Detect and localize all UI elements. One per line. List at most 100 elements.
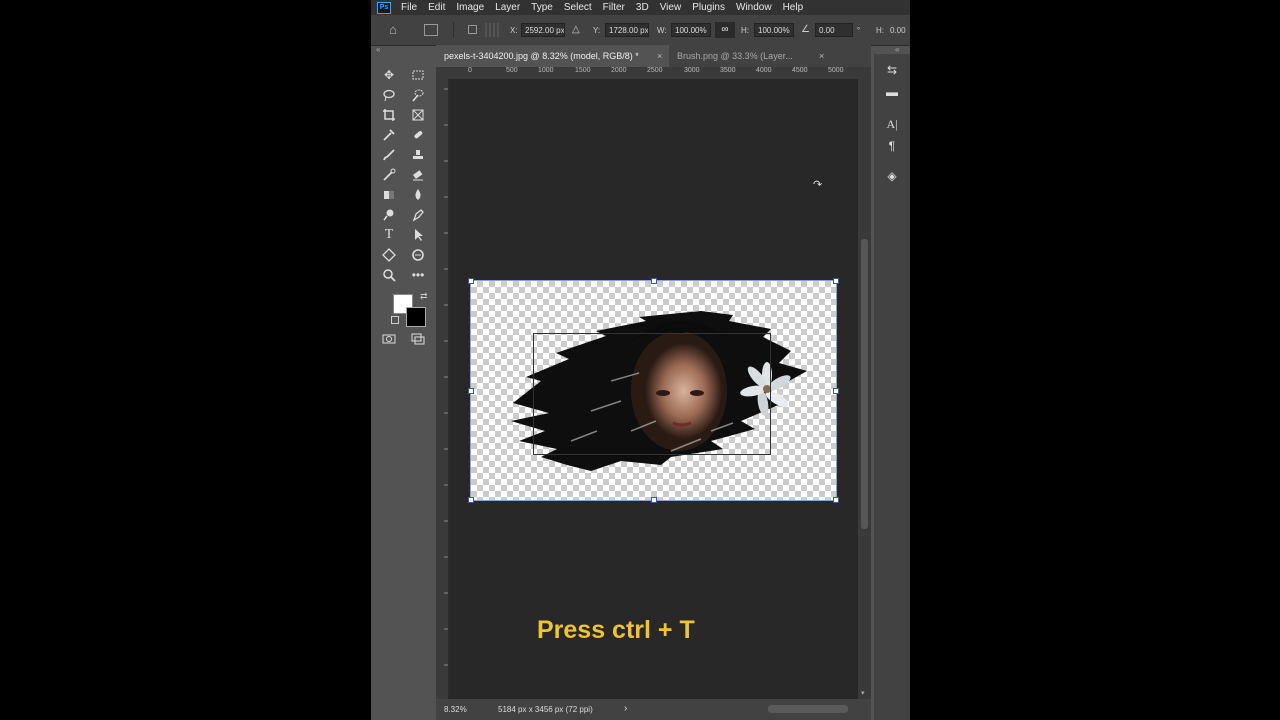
quick-selection-tool-icon[interactable]: [408, 86, 428, 104]
crop-tool-icon[interactable]: [379, 106, 399, 124]
angle-icon: ∠: [801, 24, 810, 35]
options-bar: ⌂ X: 2592.00 px △ Y: 1728.00 px W: 100.0…: [371, 15, 910, 46]
menu-image[interactable]: Image: [456, 2, 484, 13]
link-icon[interactable]: ∞: [715, 22, 735, 38]
reference-point-icon[interactable]: [424, 24, 438, 36]
lasso-tool-icon[interactable]: [379, 86, 399, 104]
reference-grid-icon[interactable]: [485, 23, 501, 37]
comments-panel-icon[interactable]: ▬: [883, 84, 901, 100]
angle-field[interactable]: 0.00: [815, 23, 853, 37]
ruler-tick-label: 2500: [647, 67, 663, 74]
photoshop-window: Ps File Edit Image Layer Type Select Fil…: [371, 0, 910, 720]
horizontal-scrollbar[interactable]: [706, 705, 848, 713]
panel-dock: ⇆ ▬ A| ¶ ◈: [874, 54, 910, 720]
ruler-tick-label: 4000: [756, 67, 772, 74]
menu-3d[interactable]: 3D: [636, 2, 649, 13]
scrollbar-thumb[interactable]: [768, 705, 848, 713]
ruler-corner: [436, 67, 448, 79]
canvas-area[interactable]: ↷ Press ctrl + T: [449, 80, 858, 699]
transform-handle-bottom-left[interactable]: [468, 497, 474, 503]
menu-select[interactable]: Select: [564, 2, 592, 13]
marquee-tool-icon[interactable]: [408, 66, 428, 84]
height-field[interactable]: 100.00%: [754, 23, 794, 37]
menu-bar: Ps File Edit Image Layer Type Select Fil…: [371, 0, 910, 15]
tab-pexels-document[interactable]: pexels-t-3404200.jpg @ 8.32% (model, RGB…: [436, 45, 669, 67]
brush-tool-icon[interactable]: [379, 146, 399, 164]
scroll-down-icon[interactable]: ▾: [861, 689, 865, 697]
dodge-tool-icon[interactable]: [379, 206, 399, 224]
ruler-tick-label: 1000: [538, 67, 554, 74]
blur-tool-icon[interactable]: [408, 186, 428, 204]
pen-tool-icon[interactable]: [408, 206, 428, 224]
menu-help[interactable]: Help: [783, 2, 804, 13]
transform-handle-bottom-right[interactable]: [833, 497, 839, 503]
history-panel-icon[interactable]: ⇆: [883, 62, 901, 78]
zoom-level[interactable]: 8.32%: [444, 705, 467, 714]
menu-layer[interactable]: Layer: [495, 2, 520, 13]
transform-handle-right[interactable]: [833, 388, 839, 394]
delta-icon[interactable]: △: [572, 24, 580, 35]
swap-colors-icon[interactable]: ⇄: [420, 291, 428, 302]
path-selection-tool-icon[interactable]: [408, 226, 428, 244]
type-tool-icon[interactable]: T: [379, 226, 399, 244]
default-colors-icon[interactable]: [391, 316, 399, 324]
status-bar: 8.32% 5184 px x 3456 px (72 ppi) ›: [436, 699, 871, 720]
menu-file[interactable]: File: [401, 2, 417, 13]
more-tools-icon[interactable]: •••: [408, 266, 428, 284]
background-color-swatch[interactable]: [406, 307, 426, 327]
transform-handle-top-right[interactable]: [833, 278, 839, 284]
y-label: Y:: [593, 26, 601, 35]
vertical-ruler[interactable]: [436, 79, 449, 699]
rotate-cursor-icon: ↷: [813, 179, 823, 191]
home-icon[interactable]: ⌂: [389, 23, 403, 36]
quick-mask-icon[interactable]: [379, 330, 399, 348]
frame-tool-icon[interactable]: [408, 106, 428, 124]
collapse-tools-icon[interactable]: «: [376, 45, 380, 54]
zoom-tool-icon[interactable]: [379, 266, 399, 284]
scrollbar-thumb[interactable]: [861, 239, 868, 529]
transform-handle-top[interactable]: [651, 278, 657, 284]
menu-filter[interactable]: Filter: [603, 2, 625, 13]
healing-brush-tool-icon[interactable]: [408, 126, 428, 144]
menu-plugins[interactable]: Plugins: [692, 2, 725, 13]
w-label: W:: [657, 26, 667, 35]
character-panel-icon[interactable]: A|: [883, 116, 901, 132]
transform-handle-left[interactable]: [468, 388, 474, 394]
shape-tool-icon[interactable]: [379, 246, 399, 264]
eyedropper-tool-icon[interactable]: [379, 126, 399, 144]
layers-panel-icon[interactable]: ◈: [883, 168, 901, 184]
close-icon[interactable]: ×: [819, 45, 824, 67]
menu-edit[interactable]: Edit: [428, 2, 445, 13]
reference-point-checkbox[interactable]: [468, 25, 477, 34]
ruler-tick-label: 4500: [792, 67, 808, 74]
x-field[interactable]: 2592.00 px: [521, 23, 565, 37]
skew-h-value[interactable]: 0.00: [890, 26, 906, 35]
document-info[interactable]: 5184 px x 3456 px (72 ppi): [498, 705, 593, 714]
tab-brush-document[interactable]: Brush.png @ 33.3% (Layer... ×: [669, 45, 839, 67]
paragraph-panel-icon[interactable]: ¶: [883, 138, 901, 154]
screen-mode-icon[interactable]: [408, 330, 428, 348]
horizontal-ruler[interactable]: 0 500 1000 1500 2000 2500 3000 3500 4000…: [448, 67, 858, 80]
menu-view[interactable]: View: [660, 2, 682, 13]
gradient-tool-icon[interactable]: [379, 186, 399, 204]
menu-window[interactable]: Window: [736, 2, 772, 13]
tutorial-caption: Press ctrl + T: [537, 616, 695, 644]
photoshop-logo-icon: Ps: [377, 1, 391, 14]
divider: [453, 22, 454, 38]
width-field[interactable]: 100.00%: [671, 23, 711, 37]
y-field[interactable]: 1728.00 px: [605, 23, 649, 37]
x-label: X:: [510, 26, 518, 35]
status-menu-arrow[interactable]: ›: [624, 703, 627, 714]
history-brush-tool-icon[interactable]: [379, 166, 399, 184]
menu-type[interactable]: Type: [531, 2, 553, 13]
transform-handle-bottom[interactable]: [651, 497, 657, 503]
transform-handle-top-left[interactable]: [468, 278, 474, 284]
vertical-scrollbar[interactable]: ▾: [858, 67, 871, 699]
hand-tool-icon[interactable]: [408, 246, 428, 264]
eraser-tool-icon[interactable]: [408, 166, 428, 184]
move-tool-icon[interactable]: ✥: [379, 66, 399, 84]
close-icon[interactable]: ×: [657, 45, 662, 67]
vertical-ruler-ticks: [444, 88, 448, 666]
collapse-panels-icon[interactable]: «: [895, 45, 899, 54]
clone-stamp-tool-icon[interactable]: [408, 146, 428, 164]
